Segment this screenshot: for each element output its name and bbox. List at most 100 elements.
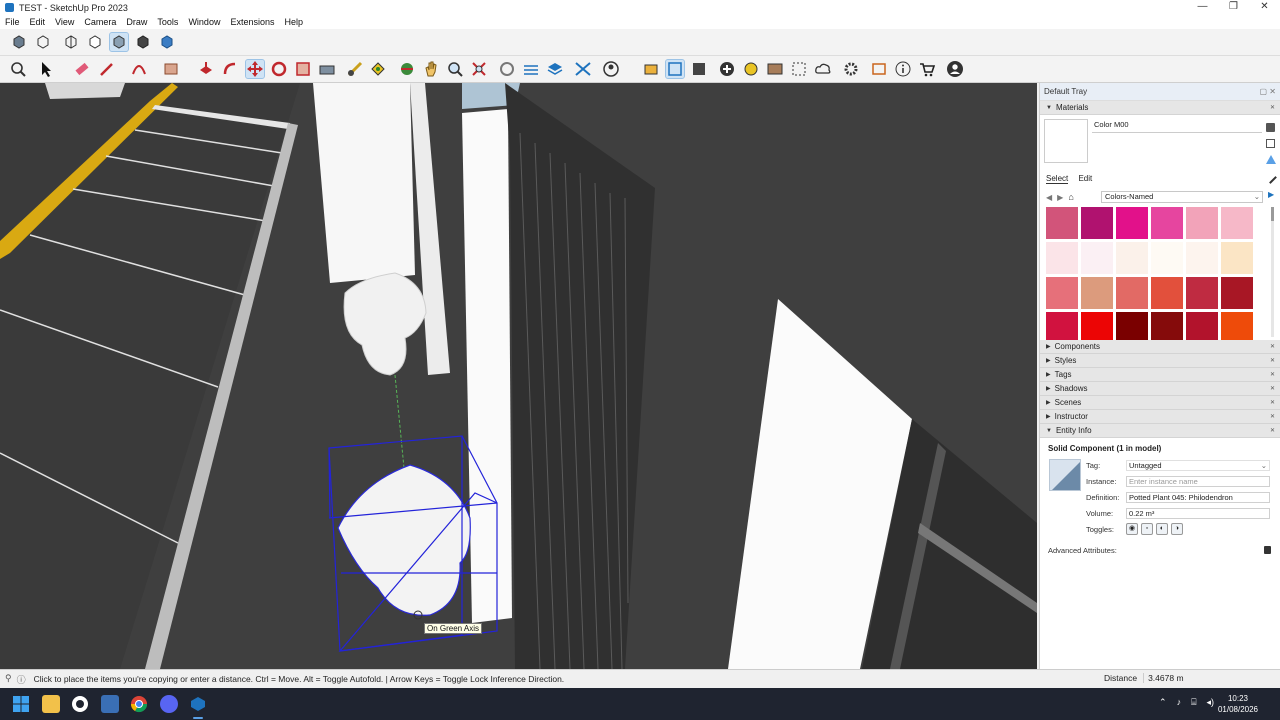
lock-icon[interactable] (1264, 546, 1271, 554)
material-name-field[interactable]: Color M00 (1092, 120, 1262, 133)
shadows-panel-header[interactable]: ▶ Shadows ✕ (1040, 382, 1280, 396)
paint-bucket-tool-icon[interactable] (369, 60, 387, 78)
user-profile-icon[interactable] (946, 60, 964, 78)
wireframe-style-icon[interactable] (62, 33, 80, 51)
tray-controls[interactable]: ▢ ✕ (1260, 87, 1276, 96)
material-library-select[interactable]: Colors-Named ⌄ (1101, 191, 1263, 203)
material-swatch[interactable] (1186, 242, 1218, 274)
instance-field[interactable]: Enter instance name (1126, 475, 1270, 487)
close-icon[interactable]: ✕ (1270, 343, 1275, 350)
material-swatch[interactable] (1081, 242, 1113, 274)
tab-edit[interactable]: Edit (1078, 174, 1092, 183)
instructor-panel-header[interactable]: ▶ Instructor ✕ (1040, 410, 1280, 424)
material-swatch[interactable] (1151, 242, 1183, 274)
material-swatch[interactable] (1186, 207, 1218, 239)
scenes-panel-header[interactable]: ▶ Scenes ✕ (1040, 396, 1280, 410)
chevron-up-icon[interactable]: ⌃ (1159, 697, 1167, 708)
material-swatch[interactable] (1151, 207, 1183, 239)
preview-model-icon[interactable] (790, 60, 808, 78)
styles-panel-header[interactable]: ▶ Styles ✕ (1040, 354, 1280, 368)
layout-icon[interactable] (690, 60, 708, 78)
tags-panel-header[interactable]: ▶ Tags ✕ (1040, 368, 1280, 382)
xray-style-icon[interactable] (10, 33, 28, 51)
cloud-icon[interactable] (814, 60, 832, 78)
close-icon[interactable]: ✕ (1270, 104, 1275, 111)
volume-icon[interactable]: ◂) (1206, 697, 1214, 708)
tag-select[interactable]: Untagged ⌄ (1126, 459, 1270, 471)
close-icon[interactable]: ✕ (1270, 413, 1275, 420)
search-icon[interactable] (9, 60, 27, 78)
lock-icon[interactable]: ▫ (1141, 523, 1153, 535)
extension-warehouse-icon[interactable] (665, 59, 685, 79)
material-swatch[interactable] (1116, 242, 1148, 274)
hidden-line-style-icon[interactable] (86, 33, 104, 51)
zoom-extents-tool-icon[interactable] (470, 60, 488, 78)
home-icon[interactable]: ⌂ (1068, 192, 1073, 202)
sketchup-taskbar-icon[interactable] (189, 695, 207, 719)
close-icon[interactable]: ✕ (1270, 357, 1275, 364)
back-arrow-icon[interactable]: ◀ (1046, 193, 1052, 202)
rectangle-tool-icon[interactable] (162, 60, 180, 78)
menu-window[interactable]: Window (183, 17, 225, 27)
cast-shadows-icon[interactable]: ◐ (1156, 523, 1168, 535)
shadows-icon[interactable] (742, 60, 760, 78)
gear-icon[interactable] (842, 60, 860, 78)
chrome-icon[interactable] (130, 695, 148, 713)
material-swatch[interactable] (1046, 242, 1078, 274)
material-preview-swatch[interactable] (1044, 119, 1088, 163)
visibility-eye-icon[interactable]: ◉ (1126, 523, 1138, 535)
close-icon[interactable]: ✕ (1270, 399, 1275, 406)
account-icon[interactable] (602, 60, 620, 78)
solid-tools-icon[interactable] (574, 60, 592, 78)
zoom-tool-icon[interactable] (446, 60, 464, 78)
measurements-box[interactable]: 3.4678 m (1143, 673, 1243, 683)
github-icon[interactable] (71, 695, 89, 713)
tab-select[interactable]: Select (1046, 174, 1069, 184)
close-icon[interactable]: ✕ (1270, 385, 1275, 392)
material-swatch[interactable] (1221, 207, 1253, 239)
section-plane-tool-icon[interactable] (498, 60, 516, 78)
receive-shadows-icon[interactable]: ◑ (1171, 523, 1183, 535)
definition-field[interactable]: Potted Plant 045: Philodendron (1126, 491, 1270, 503)
clock[interactable]: 10:23 01/08/2026 (1218, 693, 1258, 715)
windows-start-icon[interactable] (12, 695, 30, 713)
rotate-tool-icon[interactable] (270, 60, 288, 78)
material-swatch[interactable] (1151, 277, 1183, 309)
close-button[interactable]: ✕ (1249, 0, 1280, 15)
3d-warehouse-icon[interactable] (642, 60, 660, 78)
menu-extensions[interactable]: Extensions (225, 17, 279, 27)
close-icon[interactable]: ✕ (1270, 427, 1275, 434)
add-location-icon[interactable] (718, 60, 736, 78)
material-swatch[interactable] (1081, 277, 1113, 309)
arc-tool-icon[interactable] (130, 60, 148, 78)
shaded-textures-style-icon[interactable] (134, 33, 152, 51)
material-swatch[interactable] (1081, 207, 1113, 239)
shaded-style-icon[interactable] (109, 32, 129, 52)
orbit-tool-icon[interactable] (398, 60, 416, 78)
info-icon[interactable]: ⓘ (17, 673, 26, 686)
push-pull-tool-icon[interactable] (197, 60, 215, 78)
material-swatch[interactable] (1221, 277, 1253, 309)
scrollbar-thumb[interactable] (1271, 207, 1274, 221)
back-edges-style-icon[interactable] (34, 33, 52, 51)
material-swatch[interactable] (1116, 207, 1148, 239)
monochrome-style-icon[interactable] (158, 33, 176, 51)
tape-measure-tool-icon[interactable] (346, 60, 364, 78)
discord-icon[interactable] (160, 695, 178, 713)
network-icon[interactable]: ⌸ (1191, 697, 1196, 708)
scale-tool-icon[interactable] (294, 60, 312, 78)
model-viewport[interactable]: On Green Axis (0, 83, 1037, 669)
geo-location-icon[interactable]: ⚲ (5, 673, 12, 686)
components-panel-header[interactable]: ▶ Components ✕ (1040, 340, 1280, 354)
material-swatch[interactable] (1046, 207, 1078, 239)
line-tool-icon[interactable] (98, 60, 116, 78)
material-swatch[interactable] (1221, 242, 1253, 274)
close-icon[interactable]: ✕ (1270, 371, 1275, 378)
microphone-icon[interactable]: ♪ (1177, 697, 1182, 708)
material-lock-icon[interactable] (1266, 123, 1275, 132)
scenes-icon[interactable] (870, 60, 888, 78)
minimize-button[interactable]: — (1187, 0, 1218, 15)
create-material-icon[interactable] (1266, 139, 1275, 148)
default-material-icon[interactable] (1266, 155, 1276, 164)
info-icon[interactable] (894, 60, 912, 78)
